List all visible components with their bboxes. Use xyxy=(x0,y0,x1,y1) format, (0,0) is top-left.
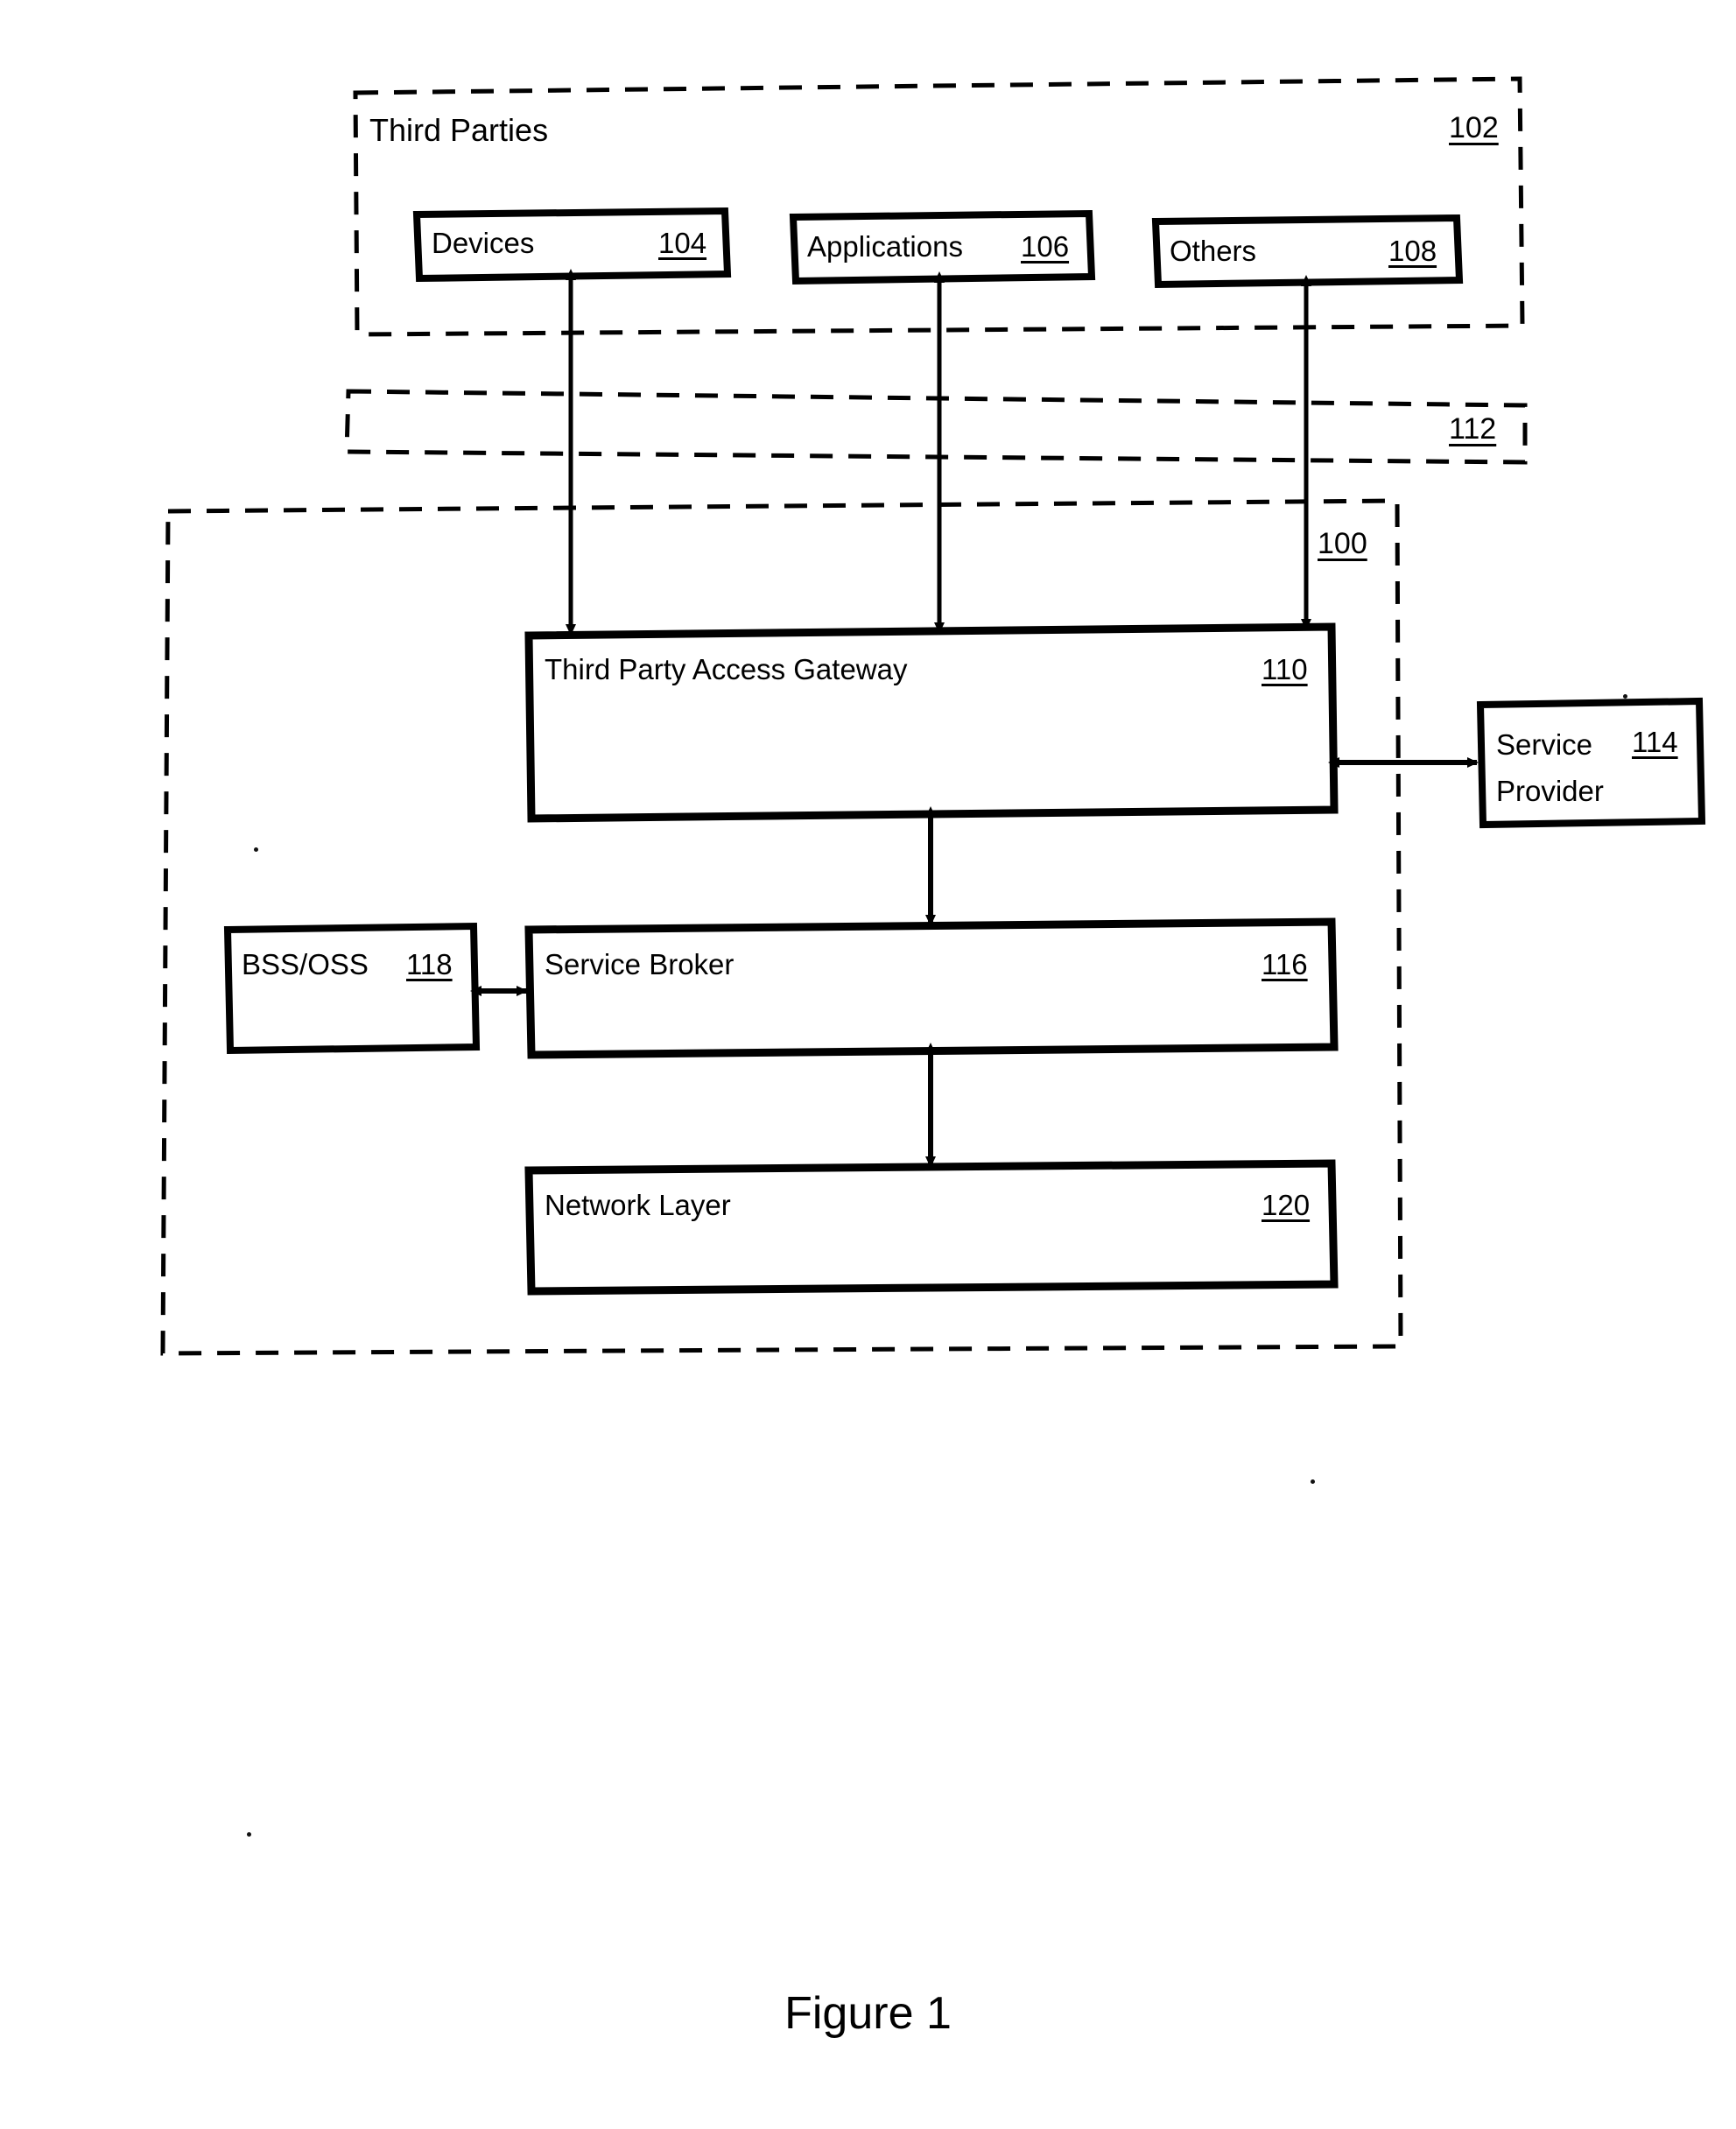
group-third-parties-label: Third Parties xyxy=(369,112,549,148)
box-others-ref: 108 xyxy=(1388,235,1437,267)
box-service-provider-label-line1: Service xyxy=(1496,728,1593,761)
box-service-broker-ref: 116 xyxy=(1262,948,1308,980)
box-network-layer-label: Network Layer xyxy=(545,1189,731,1221)
box-devices-label: Devices xyxy=(432,227,535,259)
scan-speck xyxy=(254,847,258,852)
box-service-broker-label: Service Broker xyxy=(545,948,734,980)
box-applications-label: Applications xyxy=(807,230,963,263)
scan-speck xyxy=(1311,1479,1315,1484)
box-service-broker[interactable] xyxy=(524,917,1339,1059)
patent-figure: Third Parties 102 112 100 Devices 104 Ap… xyxy=(0,0,1736,2129)
box-service-provider-ref: 114 xyxy=(1632,726,1678,758)
box-service-provider-label-line2: Provider xyxy=(1496,775,1604,807)
box-gateway-ref: 110 xyxy=(1262,653,1308,685)
box-bss-oss-ref: 118 xyxy=(406,948,453,980)
box-bss-oss-label: BSS/OSS xyxy=(242,948,369,980)
box-devices-ref: 104 xyxy=(658,227,707,259)
group-interface-band-border xyxy=(344,389,1528,465)
box-others-label: Others xyxy=(1170,235,1257,267)
group-third-parties-ref: 102 xyxy=(1449,111,1499,144)
group-system-ref: 100 xyxy=(1318,527,1367,560)
scan-speck xyxy=(1623,694,1627,699)
box-network-layer[interactable] xyxy=(524,1159,1339,1296)
group-interface-band-ref: 112 xyxy=(1449,412,1497,446)
box-bss-oss[interactable] xyxy=(223,922,481,1055)
box-gateway-label: Third Party Access Gateway xyxy=(545,653,908,685)
diagram-canvas xyxy=(160,76,1706,1356)
figure-caption: Figure 1 xyxy=(784,1988,952,2039)
box-applications-ref: 106 xyxy=(1021,230,1070,263)
scan-speck xyxy=(247,1832,251,1837)
box-network-layer-ref: 120 xyxy=(1262,1189,1311,1221)
